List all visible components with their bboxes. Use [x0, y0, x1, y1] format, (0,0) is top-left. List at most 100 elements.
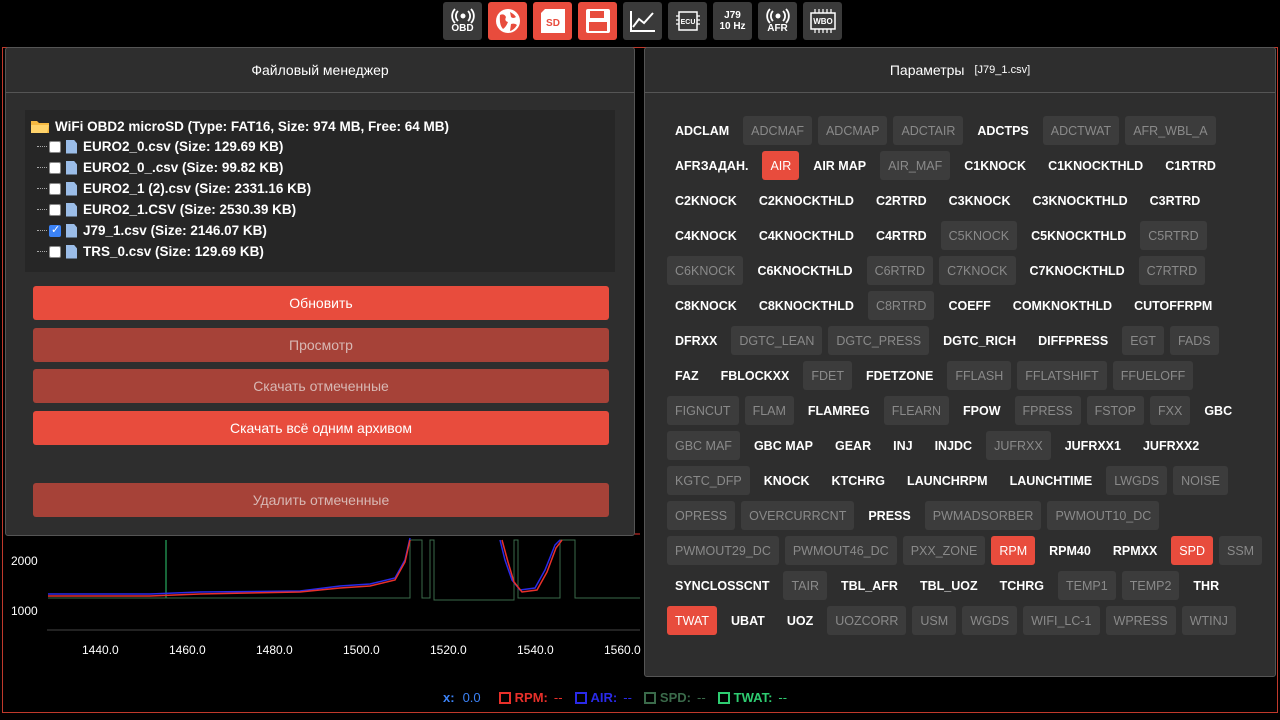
file-checkbox[interactable]	[49, 203, 61, 216]
parameter-tag[interactable]: C6KNOCK	[667, 256, 744, 285]
parameter-tag[interactable]: C5RTRD	[1140, 221, 1207, 250]
parameter-tag[interactable]: C4KNOCK	[667, 221, 745, 250]
parameter-tag[interactable]: GEAR	[827, 431, 879, 460]
parameter-tag[interactable]: TCHRG	[992, 571, 1052, 600]
parameter-tag[interactable]: WPRESS	[1105, 606, 1176, 635]
parameter-tag[interactable]: FLAM	[744, 396, 794, 425]
view-button[interactable]: Просмотр	[33, 328, 609, 362]
parameter-tag[interactable]: RPM40	[1041, 536, 1099, 565]
file-item[interactable]: EURO2_0.csv (Size: 129.69 KB)	[31, 136, 609, 157]
parameter-tag[interactable]: C3RTRD	[1142, 186, 1209, 215]
legend-item[interactable]: RPM: --	[498, 690, 563, 705]
parameter-tag[interactable]: TEMP2	[1121, 571, 1180, 600]
parameter-tag[interactable]: KTCHRG	[824, 466, 893, 495]
parameter-tag[interactable]: INJDC	[927, 431, 981, 460]
parameter-tag[interactable]: ADCMAP	[817, 116, 888, 145]
file-item[interactable]: EURO2_1 (2).csv (Size: 2331.16 KB)	[31, 178, 609, 199]
tree-root[interactable]: WiFi OBD2 microSD (Type: FAT16, Size: 97…	[31, 116, 609, 136]
parameter-tag[interactable]: PWMOUT46_DC	[784, 536, 897, 565]
parameter-tag[interactable]: RPM	[991, 536, 1036, 565]
parameter-tag[interactable]: C5KNOCKTHLD	[1023, 221, 1134, 250]
parameter-tag[interactable]: PXX_ZONE	[902, 536, 986, 565]
parameter-tag[interactable]: FLEARN	[883, 396, 950, 425]
parameter-tag[interactable]: AFR_WBL_A	[1125, 116, 1216, 145]
parameter-tag[interactable]: LAUNCHTIME	[1002, 466, 1101, 495]
parameter-tag[interactable]: GBC MAP	[746, 431, 821, 460]
parameter-tag[interactable]: C7KNOCK	[939, 256, 1016, 285]
file-item[interactable]: EURO2_0_.csv (Size: 99.82 KB)	[31, 157, 609, 178]
parameter-tag[interactable]: C4KNOCKTHLD	[751, 221, 862, 250]
parameter-tag[interactable]: UOZCORR	[827, 606, 907, 635]
parameter-tag[interactable]: C6KNOCKTHLD	[749, 256, 860, 285]
parameter-tag[interactable]: AIR	[762, 151, 800, 180]
parameter-tag[interactable]: RPMXX	[1105, 536, 1165, 565]
parameter-tag[interactable]: C3KNOCKTHLD	[1024, 186, 1135, 215]
parameter-tag[interactable]: PRESS	[860, 501, 918, 530]
parameter-tag[interactable]: GBC MAF	[667, 431, 740, 460]
parameter-tag[interactable]: CUTOFFRPM	[1126, 291, 1220, 320]
parameter-tag[interactable]: FXX	[1150, 396, 1191, 425]
parameter-tag[interactable]: TBL_UOZ	[912, 571, 986, 600]
parameter-tag[interactable]: THR	[1185, 571, 1227, 600]
parameter-tag[interactable]: FFLATSHIFT	[1017, 361, 1107, 390]
parameter-tag[interactable]: FDET	[803, 361, 852, 390]
parameter-tag[interactable]: C3KNOCK	[941, 186, 1019, 215]
parameter-tag[interactable]: FIGNCUT	[667, 396, 739, 425]
parameter-tag[interactable]: C6RTRD	[866, 256, 934, 285]
parameter-tag[interactable]: FSTOP	[1086, 396, 1145, 425]
parameter-tag[interactable]: JUFRXX1	[1057, 431, 1129, 460]
parameter-tag[interactable]: FBLOCKXX	[713, 361, 798, 390]
parameter-tag[interactable]: FPOW	[955, 396, 1009, 425]
parameter-tag[interactable]: COMKNOKTHLD	[1005, 291, 1120, 320]
file-item[interactable]: TRS_0.csv (Size: 129.69 KB)	[31, 241, 609, 262]
parameter-tag[interactable]: DFRXX	[667, 326, 725, 355]
parameter-tag[interactable]: C7RTRD	[1138, 256, 1206, 285]
file-item[interactable]: EURO2_1.CSV (Size: 2530.39 KB)	[31, 199, 609, 220]
parameter-tag[interactable]: JUFRXX	[986, 431, 1051, 460]
file-checkbox[interactable]	[49, 140, 61, 153]
parameter-tag[interactable]: C7KNOCKTHLD	[1022, 256, 1133, 285]
parameter-tag[interactable]: C1KNOCK	[956, 151, 1034, 180]
parameter-tag[interactable]: ADCTAIR	[893, 116, 964, 145]
parameter-tag[interactable]: FFLASH	[947, 361, 1012, 390]
parameter-tag[interactable]: LAUNCHRPM	[899, 466, 996, 495]
parameter-tag[interactable]: WTINJ	[1181, 606, 1236, 635]
parameter-tag[interactable]: C1KNOCKTHLD	[1040, 151, 1151, 180]
parameter-tag[interactable]: EGT	[1122, 326, 1164, 355]
parameter-tag[interactable]: FDETZONE	[858, 361, 941, 390]
parameter-tag[interactable]: INJ	[885, 431, 920, 460]
parameter-tag[interactable]: AIR_MAF	[880, 151, 951, 180]
parameter-tag[interactable]: PWMOUT29_DC	[667, 536, 779, 565]
parameter-tag[interactable]: ADCMAF	[743, 116, 812, 145]
parameter-tag[interactable]: PWMOUT10_DC	[1047, 501, 1160, 530]
parameter-tag[interactable]: KNOCK	[756, 466, 818, 495]
download-checked-button[interactable]: Скачать отмеченные	[33, 369, 609, 403]
legend-item[interactable]: AIR: --	[574, 690, 632, 705]
parameter-tag[interactable]: FAZ	[667, 361, 707, 390]
parameter-tag[interactable]: C1RTRD	[1157, 151, 1224, 180]
parameter-tag[interactable]: C5KNOCK	[940, 221, 1018, 250]
parameter-tag[interactable]: DGTC_PRESS	[828, 326, 930, 355]
parameter-tag[interactable]: OVERCURRCNT	[741, 501, 855, 530]
parameter-tag[interactable]: ADCTWAT	[1042, 116, 1120, 145]
parameter-tag[interactable]: FADS	[1169, 326, 1219, 355]
file-checkbox[interactable]	[49, 245, 61, 258]
parameter-tag[interactable]: SYNCLOSSCNT	[667, 571, 777, 600]
parameter-tag[interactable]: KGTC_DFP	[667, 466, 750, 495]
parameter-tag[interactable]: TWAT	[667, 606, 718, 635]
parameter-tag[interactable]: C2KNOCKTHLD	[751, 186, 862, 215]
parameter-tag[interactable]: C8RTRD	[867, 291, 935, 320]
parameter-tag[interactable]: TEMP1	[1058, 571, 1116, 600]
parameter-tag[interactable]: AFRЗАДАН.	[667, 151, 756, 180]
parameter-tag[interactable]: JUFRXX2	[1135, 431, 1207, 460]
parameter-tag[interactable]: UBAT	[723, 606, 773, 635]
parameter-tag[interactable]: LWGDS	[1106, 466, 1168, 495]
parameter-tag[interactable]: TAIR	[783, 571, 827, 600]
download-all-button[interactable]: Скачать всё одним архивом	[33, 411, 609, 445]
parameter-tag[interactable]: COEFF	[940, 291, 998, 320]
parameter-tag[interactable]: FFUELOFF	[1112, 361, 1194, 390]
parameter-tag[interactable]: SSM	[1219, 536, 1263, 565]
parameter-tag[interactable]: C8KNOCK	[667, 291, 745, 320]
parameter-tag[interactable]: ADCLAM	[667, 116, 737, 145]
file-checkbox[interactable]	[49, 223, 61, 237]
